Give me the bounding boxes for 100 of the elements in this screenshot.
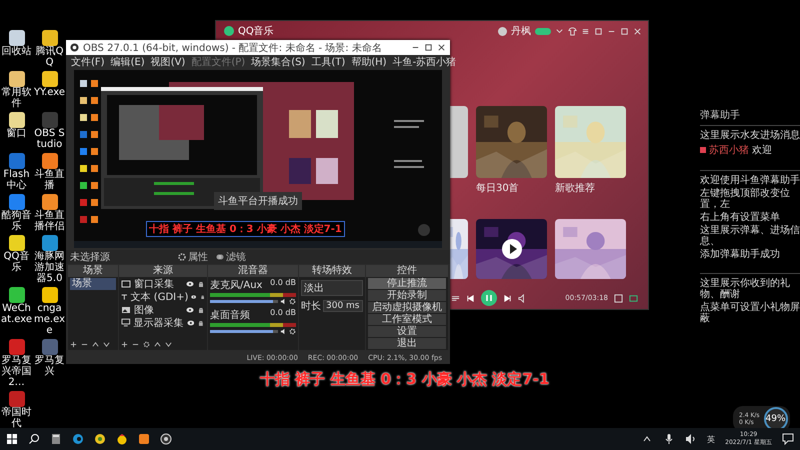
- notification-toast: 斗鱼平台开播成功: [214, 192, 302, 210]
- eye-icon[interactable]: [186, 307, 194, 313]
- desktop-icon-label: cngame.exe: [33, 303, 66, 336]
- menu-item[interactable]: 视图(V): [150, 54, 186, 68]
- settings-icon[interactable]: [289, 298, 296, 305]
- move-down-icon[interactable]: [165, 340, 172, 348]
- move-up-icon[interactable]: [92, 340, 99, 348]
- app-icon[interactable]: [8, 71, 24, 87]
- lyrics-icon[interactable]: [614, 294, 623, 302]
- app-icon[interactable]: [8, 235, 24, 251]
- source-item[interactable]: 文本 (GDI+): [130, 290, 188, 304]
- message-text: 这里展示水友进场消息: [700, 130, 800, 141]
- speaker-icon[interactable]: [685, 433, 698, 445]
- card-title[interactable]: 新歌推荐: [555, 181, 626, 195]
- app-icon[interactable]: [42, 30, 58, 46]
- play-icon[interactable]: [501, 238, 523, 260]
- app-icon[interactable]: [42, 287, 58, 303]
- lock-icon[interactable]: [200, 294, 205, 300]
- app-icon[interactable]: [94, 433, 106, 445]
- source-item[interactable]: 窗口采集: [134, 277, 183, 291]
- microphone-icon[interactable]: [663, 433, 676, 445]
- search-icon[interactable]: [28, 433, 40, 445]
- app-icon[interactable]: [8, 112, 24, 128]
- pause-button[interactable]: [481, 290, 497, 306]
- browser-icon[interactable]: [72, 433, 84, 445]
- add-icon[interactable]: [121, 340, 128, 348]
- user-name[interactable]: 丹枫: [511, 24, 531, 38]
- lock-icon[interactable]: [197, 281, 205, 287]
- music-logo-icon: [224, 26, 234, 36]
- app-icon[interactable]: [138, 433, 150, 445]
- notification-icon[interactable]: [782, 433, 794, 445]
- app-icon[interactable]: [42, 71, 58, 87]
- avatar[interactable]: [498, 26, 507, 36]
- panel-header: 场景: [68, 265, 118, 277]
- gear-icon: [178, 253, 186, 261]
- source-type-icon: [121, 279, 131, 289]
- menu-item[interactable]: 帮助(H): [351, 54, 387, 68]
- add-icon[interactable]: [70, 340, 77, 348]
- source-item[interactable]: 显示器采集: [134, 316, 184, 330]
- volume-icon[interactable]: [518, 294, 527, 302]
- duration-label: 时长: [301, 300, 321, 313]
- badge-icon: [700, 147, 706, 153]
- control-button[interactable]: 设置: [368, 326, 446, 337]
- control-button[interactable]: 启动虚拟摄像机: [368, 302, 446, 313]
- control-button[interactable]: 工作室模式: [368, 314, 446, 325]
- properties-button[interactable]: 属性: [178, 250, 208, 264]
- move-up-icon[interactable]: [154, 340, 161, 348]
- source-item[interactable]: 图像: [134, 303, 183, 317]
- duration-field[interactable]: 300 ms: [323, 300, 363, 312]
- start-icon[interactable]: [6, 433, 18, 445]
- eye-icon[interactable]: [186, 320, 194, 326]
- calculator-icon[interactable]: [50, 433, 62, 445]
- transition-select[interactable]: 淡出: [301, 280, 363, 296]
- menu-item[interactable]: 工具(T): [311, 54, 346, 68]
- eye-icon[interactable]: [191, 294, 197, 300]
- control-button[interactable]: 开始录制: [368, 290, 446, 301]
- desktop-icon-label: OBS Studio: [33, 128, 66, 150]
- chevron-down-icon[interactable]: [555, 26, 564, 36]
- menu-item[interactable]: 编辑(E): [110, 54, 145, 68]
- maximize-icon[interactable]: [424, 43, 433, 52]
- mini-mode-icon[interactable]: [594, 26, 603, 36]
- control-button[interactable]: 退出: [368, 338, 446, 349]
- menu-item[interactable]: 斗鱼-苏西小猪: [392, 54, 456, 68]
- source-type-icon: [121, 305, 131, 315]
- message-text: 左键拖拽顶部改变位置，左: [700, 188, 791, 210]
- menu-item[interactable]: 文件(F): [71, 54, 105, 68]
- menu-icon[interactable]: [581, 26, 590, 36]
- control-button[interactable]: 停止推流: [368, 278, 446, 289]
- caption-text: 十指 裤子 生鱼基 0：3 小豪 小杰 淡定7-1: [260, 370, 550, 389]
- lock-icon[interactable]: [197, 307, 205, 313]
- app-icon[interactable]: [42, 235, 58, 251]
- app-icon[interactable]: [116, 433, 128, 445]
- settings-icon[interactable]: [143, 340, 150, 348]
- panel-header: 混音器: [208, 265, 298, 277]
- vip-badge: [535, 28, 551, 34]
- app-icon[interactable]: [8, 30, 24, 46]
- panel-title: 弹幕助手: [700, 108, 741, 122]
- lock-icon[interactable]: [197, 320, 205, 326]
- app-icon[interactable]: [42, 153, 58, 169]
- eye-icon[interactable]: [186, 281, 194, 287]
- app-icon[interactable]: [42, 194, 58, 210]
- previous-icon[interactable]: [466, 294, 475, 302]
- move-down-icon[interactable]: [103, 340, 110, 348]
- desktop-icon-label: 帝国时代: [0, 407, 32, 429]
- playlist-icon[interactable]: [451, 294, 460, 302]
- obs-icon[interactable]: [160, 433, 172, 445]
- panel-header: 来源: [119, 265, 207, 277]
- queue-icon[interactable]: [629, 294, 638, 302]
- next-icon[interactable]: [503, 294, 512, 302]
- desktop-icon-label: WeChat.exe: [0, 303, 33, 325]
- card-title[interactable]: 每日30首: [476, 181, 547, 195]
- app-icon[interactable]: [8, 287, 24, 303]
- menu-item[interactable]: 场景集合(S): [251, 54, 306, 68]
- close-icon[interactable]: [437, 43, 446, 52]
- input-method-indicator[interactable]: 英: [707, 434, 716, 444]
- scene-item[interactable]: 场景: [70, 278, 116, 290]
- shirt-icon[interactable]: [568, 26, 577, 36]
- settings-icon[interactable]: [289, 328, 296, 335]
- filters-button[interactable]: 滤镜: [216, 250, 246, 264]
- panel-header: 转场特效: [299, 265, 365, 277]
